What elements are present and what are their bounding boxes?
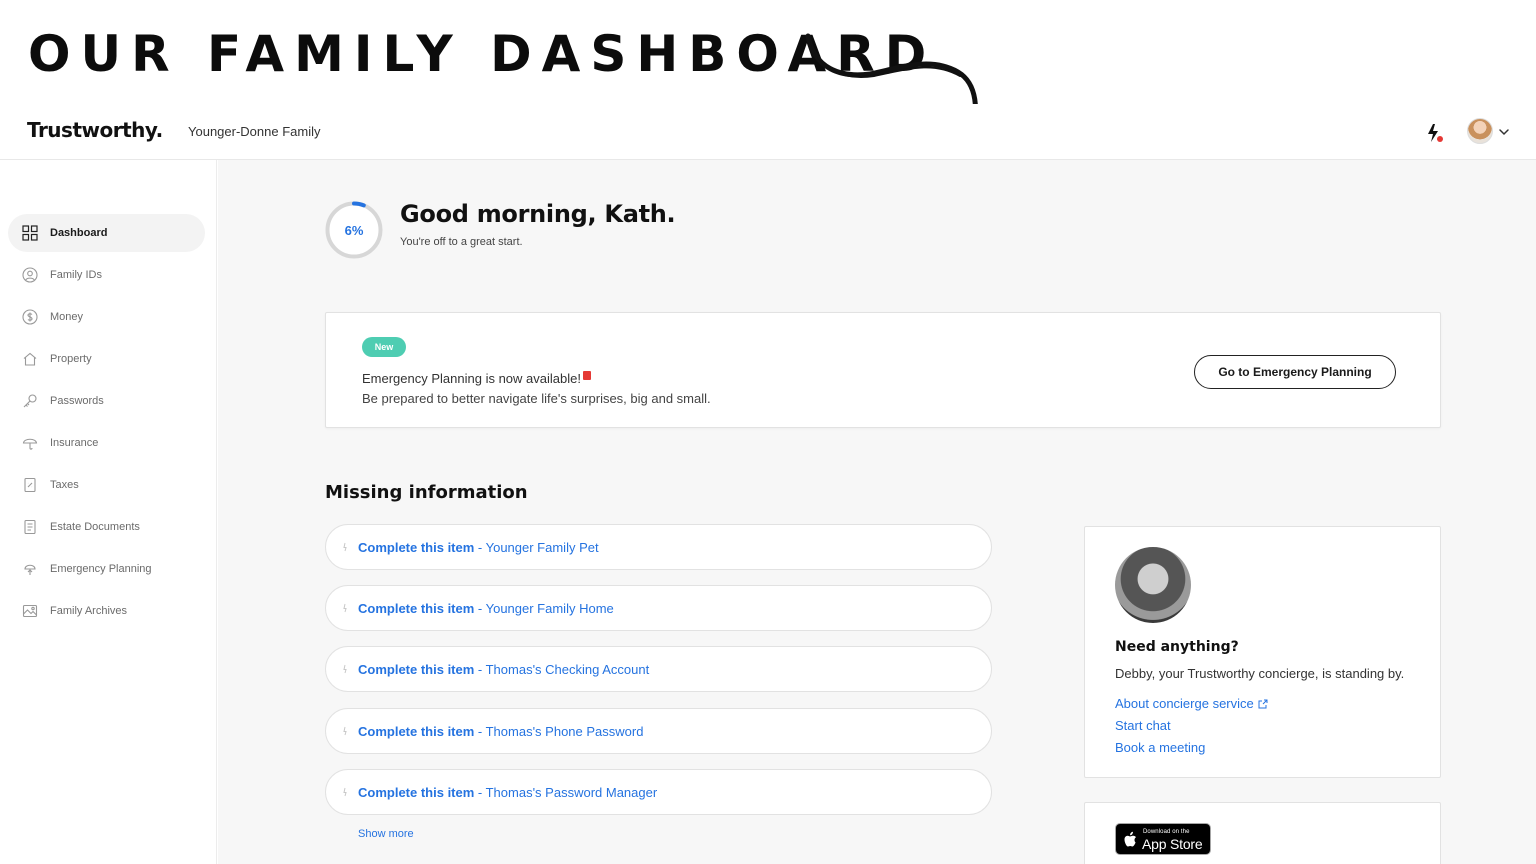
sidebar-item-insurance[interactable]: Insurance [8,424,205,462]
apple-icon [1124,831,1136,847]
spark-icon [343,726,347,736]
image-icon [22,604,38,618]
app-store-small-text: Download on the [1143,829,1190,835]
promo-headline: Emergency Planning is now available! [362,371,591,386]
missing-item-prefix: Complete this item [358,600,475,616]
sidebar-item-label: Insurance [50,437,99,449]
sidebar-item-dashboard[interactable]: Dashboard [8,214,205,252]
concierge-avatar [1115,547,1191,623]
greeting-subtitle: You're off to a great start. [400,236,523,248]
sidebar-item-label: Emergency Planning [50,563,152,575]
missing-item-prefix: Complete this item [358,661,475,677]
sidebar-item-estate-documents[interactable]: Estate Documents [8,508,205,546]
top-bar: Trustworthy. Younger-Donne Family [0,104,1536,160]
main-content: 6% Good morning, Kath. You're off to a g… [218,160,1536,864]
sidebar-item-family-archives[interactable]: Family Archives [8,592,205,630]
book-meeting-link[interactable]: Book a meeting [1115,740,1205,755]
key-icon [23,394,37,408]
sidebar-item-taxes[interactable]: Taxes [8,466,205,504]
external-link-icon [1258,699,1268,709]
sidebar-item-label: Dashboard [50,227,108,239]
emergency-icon [24,564,36,575]
person-icon [22,267,38,283]
missing-item[interactable]: Complete this item - Younger Family Pet [325,524,992,570]
missing-item-label: - Younger Family Home [474,600,614,616]
promo-headline-text: Emergency Planning is now available! [362,371,581,386]
home-icon [23,352,37,366]
chevron-down-icon[interactable] [1498,127,1510,137]
sidebar-item-family-ids[interactable]: Family IDs [8,256,205,294]
missing-item-label: - Younger Family Pet [474,539,599,555]
new-badge: New [362,337,406,357]
start-chat-link[interactable]: Start chat [1115,718,1171,733]
spark-icon [343,542,347,552]
avatar[interactable] [1467,118,1493,144]
sidebar-item-label: Estate Documents [50,521,140,533]
dollar-icon [22,309,38,325]
missing-item[interactable]: Complete this item - Thomas's Password M… [325,769,992,815]
show-more-link[interactable]: Show more [358,828,414,840]
app-store-button[interactable]: Download on the App Store [1115,823,1211,855]
missing-item-prefix: Complete this item [358,723,475,739]
alert-flag-icon [582,371,591,380]
progress-label: 6% [344,222,364,238]
spark-icon [343,787,347,797]
missing-item[interactable]: Complete this item - Thomas's Phone Pass… [325,708,992,754]
sidebar-item-label: Money [50,311,84,323]
missing-item[interactable]: Complete this item - Younger Family Home [325,585,992,631]
missing-item-prefix: Complete this item [358,784,475,800]
bolt-icon[interactable] [1424,122,1446,144]
sidebar-item-label: Property [50,353,92,365]
sidebar-item-emergency-planning[interactable]: Emergency Planning [8,550,205,588]
sidebar-item-label: Passwords [50,395,104,407]
about-concierge-link[interactable]: About concierge service [1115,696,1268,711]
tax-doc-icon [24,477,36,493]
missing-item-prefix: Complete this item [358,539,475,555]
promo-card: New Emergency Planning is now available!… [325,312,1441,428]
document-icon [24,519,36,535]
grid-icon [22,225,38,241]
sidebar-item-money[interactable]: Money [8,298,205,336]
sidebar-item-passwords[interactable]: Passwords [8,382,205,420]
missing-info-title: Missing information [325,482,528,503]
promo-description: Be prepared to better navigate life's su… [362,391,711,406]
missing-item-label: - Thomas's Password Manager [474,784,658,800]
missing-item-label: - Thomas's Phone Password [474,723,644,739]
sidebar-item-property[interactable]: Property [8,340,205,378]
concierge-subtitle: Debby, your Trustworthy concierge, is st… [1115,666,1405,681]
missing-item[interactable]: Complete this item - Thomas's Checking A… [325,646,992,692]
logo[interactable]: Trustworthy. [27,118,163,142]
go-to-emergency-planning-button[interactable]: Go to Emergency Planning [1194,355,1396,389]
concierge-title: Need anything? [1115,639,1239,655]
missing-item-label: - Thomas's Checking Account [474,661,650,677]
sidebar-item-label: Taxes [50,479,79,491]
app-store-card: Download on the App Store [1084,802,1441,864]
spark-icon [343,664,347,674]
family-name: Younger-Donne Family [188,124,321,139]
about-concierge-label: About concierge service [1115,696,1254,711]
sidebar-item-label: Family Archives [50,605,128,617]
sidebar: Dashboard Family IDs Money Property Pass… [0,160,217,864]
spark-icon [343,603,347,613]
greeting-title: Good morning, Kath. [400,200,676,228]
sidebar-item-label: Family IDs [50,269,102,281]
app-store-big-text: App Store [1142,836,1203,852]
umbrella-icon [22,438,38,450]
concierge-card: Need anything? Debby, your Trustworthy c… [1084,526,1441,778]
